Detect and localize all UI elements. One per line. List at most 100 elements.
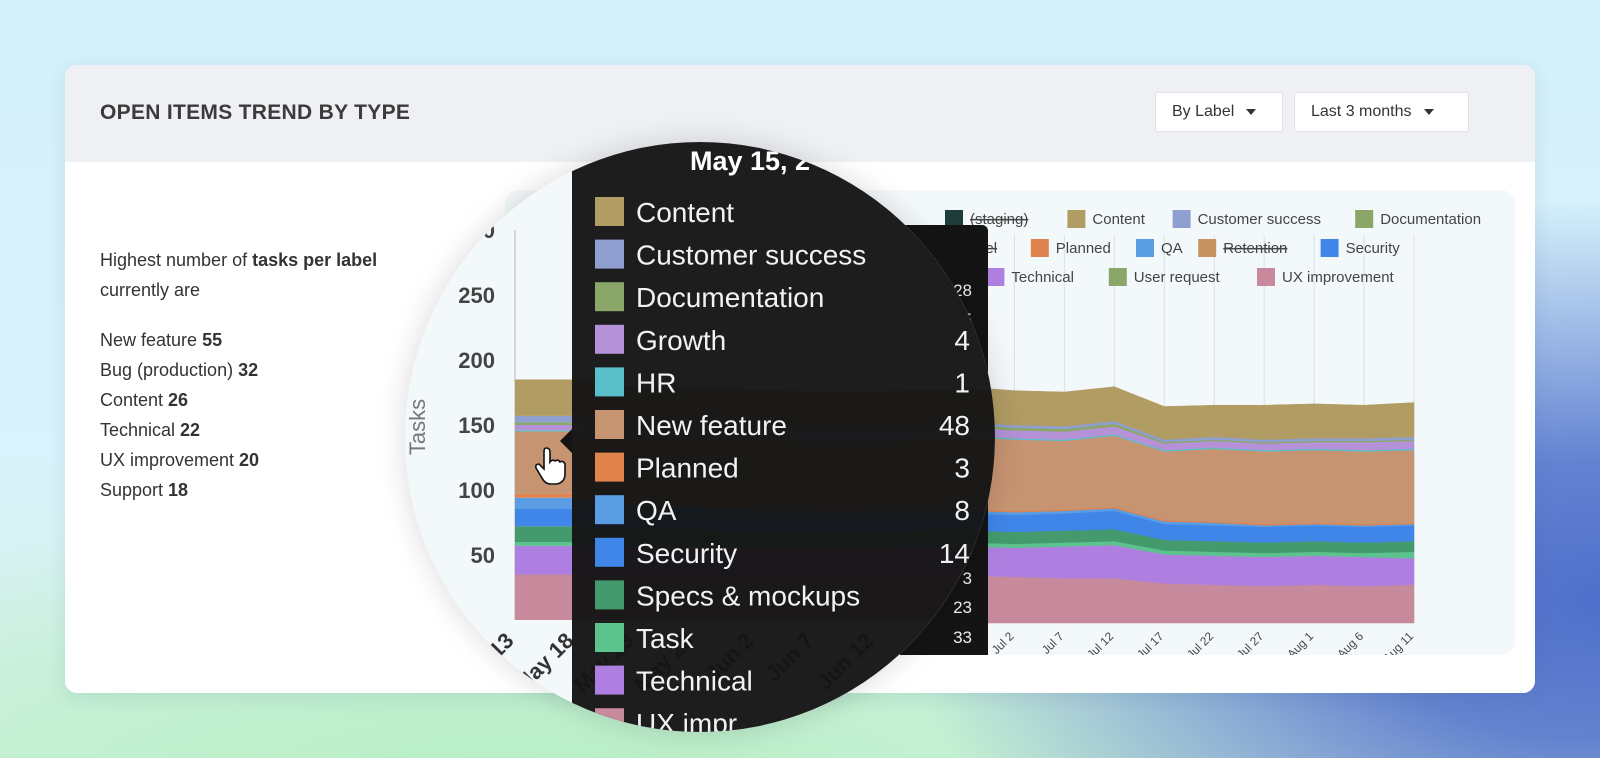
tooltip-value-small: 3	[963, 569, 972, 588]
summary-item-label: UX improvement	[100, 450, 240, 470]
legend-swatch	[1136, 239, 1154, 257]
legend-item-qa[interactable]: QA	[1161, 240, 1183, 257]
tooltip-label: Security	[636, 538, 737, 569]
x-tick-label: Aug 6	[1334, 629, 1366, 655]
tooltip-value: 48	[939, 410, 970, 441]
tooltip-label: QA	[636, 495, 677, 526]
tooltip-label: Technical	[636, 666, 753, 697]
card-header: OPEN ITEMS TREND BY TYPE By Label Last 3…	[65, 65, 1535, 162]
tooltip-swatch	[595, 452, 624, 482]
summary-item-label: New feature	[100, 330, 203, 350]
legend-swatch	[1320, 239, 1339, 257]
tooltip-swatch	[595, 282, 624, 312]
tooltip-value: 14	[939, 538, 970, 569]
tooltip-value-small: 33	[953, 628, 972, 647]
x-tick-label: Jul 7	[1039, 629, 1067, 655]
lens-y-title: Tasks	[405, 399, 430, 455]
tooltip-label: Task	[636, 623, 695, 654]
summary-item-value: 26	[168, 390, 189, 410]
tooltip-value: 1	[954, 367, 970, 398]
tooltip-label: HR	[636, 367, 676, 398]
summary-item-value: 55	[202, 330, 223, 350]
summary-item-label: Technical	[100, 420, 181, 440]
tooltip-swatch	[595, 410, 624, 439]
tooltip-label: Customer success	[636, 240, 866, 271]
period-dropdown[interactable]: Last 3 months	[1294, 92, 1469, 132]
x-tick-label: Jul 12	[1084, 629, 1117, 655]
tooltip-label: Content	[636, 197, 734, 228]
tooltip-value: 4	[954, 325, 970, 356]
tooltip-swatch	[595, 367, 624, 397]
legend-swatch	[986, 268, 1005, 286]
summary-intro: Highest number of tasks per label curren…	[100, 245, 377, 305]
summary-item-value: 18	[168, 480, 189, 500]
summary-item: UX improvement 20	[100, 445, 377, 475]
tooltip-value: 8	[954, 495, 970, 526]
summary-item: Support 18	[100, 475, 377, 505]
card-title: OPEN ITEMS TREND BY TYPE	[100, 101, 411, 124]
lens-y-tick: 150	[458, 413, 495, 438]
legend-item-technical[interactable]: Technical	[1011, 269, 1074, 286]
lens-y-tick: 50	[471, 543, 495, 568]
summary-item: New feature 55	[100, 325, 377, 355]
tooltip-swatch	[595, 239, 624, 269]
legend-item-ux-improvement[interactable]: UX improvement	[1282, 269, 1395, 286]
magnifier-lens: 50100150200250300TasksMay 13May 18May 23…	[405, 142, 995, 732]
chevron-down-icon	[1423, 109, 1434, 115]
legend-item-retention[interactable]: Retention	[1223, 240, 1287, 257]
x-tick-label: Jul 22	[1184, 629, 1217, 655]
summary-item-label: Bug (production)	[100, 360, 239, 380]
tooltip-value: 3	[954, 453, 970, 484]
x-tick-label: Jul 27	[1234, 629, 1267, 655]
summary-item: Content 26	[100, 385, 377, 415]
legend-item-customer-success[interactable]: Customer success	[1198, 211, 1321, 228]
x-tick-label: Jul 17	[1134, 629, 1167, 655]
period-value: Last 3 months	[1311, 103, 1412, 120]
summary-list: New feature 55 Bug (production) 32 Content…	[100, 325, 377, 505]
tooltip-swatch	[595, 495, 624, 525]
tooltip-label: Documentation	[636, 282, 824, 313]
legend-item-security[interactable]: Security	[1346, 240, 1401, 257]
tooltip-swatch	[595, 537, 624, 567]
lens-content: 50100150200250300TasksMay 13May 18May 23…	[405, 142, 995, 732]
tooltip-swatch	[595, 623, 624, 652]
lens-y-tick: 250	[458, 283, 495, 308]
legend-swatch	[1355, 210, 1374, 228]
legend-item-planned[interactable]: Planned	[1056, 240, 1111, 257]
summary-item-value: 20	[239, 450, 260, 470]
chevron-down-icon	[1246, 109, 1257, 115]
intro-bold: tasks per label	[252, 250, 378, 270]
summary-item-value: 22	[180, 420, 201, 440]
legend-swatch	[1198, 239, 1217, 257]
legend-item-user-request[interactable]: User request	[1134, 269, 1221, 286]
tooltip-label: New feature	[636, 410, 787, 441]
summary-item-value: 32	[238, 360, 259, 380]
tooltip-label: Growth	[636, 325, 726, 356]
lens-y-tick: 200	[458, 348, 495, 373]
summary-item-label: Content	[100, 390, 169, 410]
summary-item: Bug (production) 32	[100, 355, 377, 385]
legend-swatch	[1030, 239, 1049, 257]
tooltip-swatch	[595, 665, 624, 695]
intro-text: Highest number of	[100, 250, 253, 270]
summary-item: Technical 22	[100, 415, 377, 445]
group-by-dropdown[interactable]: By Label	[1155, 92, 1283, 132]
tooltip-label: Planned	[636, 453, 739, 484]
legend-swatch	[1067, 210, 1086, 228]
legend-swatch	[1172, 210, 1191, 228]
intro-suffix: currently are	[100, 280, 201, 300]
x-tick-label: Aug 11	[1380, 629, 1416, 655]
x-tick-label: Jul 2	[989, 629, 1017, 655]
group-by-value: By Label	[1172, 103, 1235, 120]
summary-item-label: Support	[100, 480, 169, 500]
x-tick-label: Aug 1	[1284, 629, 1316, 655]
legend-item-documentation[interactable]: Documentation	[1380, 211, 1481, 228]
tooltip-label: Specs & mockups	[636, 580, 860, 611]
lens-y-tick: 100	[458, 478, 495, 503]
legend-swatch	[1108, 268, 1127, 286]
legend-swatch	[1257, 268, 1275, 286]
tooltip-swatch	[595, 324, 624, 354]
legend-item-content[interactable]: Content	[1092, 211, 1145, 228]
tooltip-swatch	[595, 580, 624, 610]
tooltip-value-small: 23	[953, 598, 972, 617]
